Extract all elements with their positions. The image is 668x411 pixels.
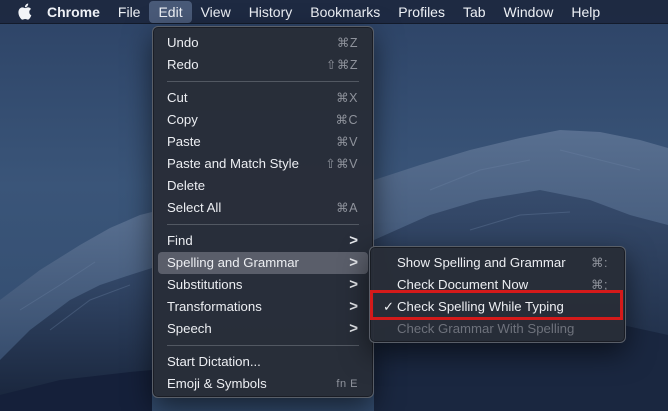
menu-item-redo[interactable]: Redo ⇧⌘Z (158, 54, 368, 76)
menu-item-cut[interactable]: Cut ⌘X (158, 87, 368, 109)
menu-item-label: Check Grammar With Spelling (397, 321, 575, 336)
menu-item-label: Select All (167, 200, 222, 215)
shortcut: ⌘; (591, 278, 608, 292)
menu-item-label: Check Spelling While Typing (397, 299, 564, 314)
menu-item-delete[interactable]: Delete (158, 175, 368, 197)
menu-item-label: Cut (167, 90, 188, 105)
checkmark-icon: ✓ (383, 299, 395, 314)
menu-file[interactable]: File (109, 1, 150, 23)
shortcut: ⌘C (335, 113, 358, 127)
shortcut: ⌘: (591, 256, 608, 270)
shortcut: ⌘X (336, 91, 358, 105)
menu-item-label: Speech (167, 321, 212, 336)
menu-window[interactable]: Window (495, 1, 563, 23)
menu-view[interactable]: View (192, 1, 240, 23)
menu-help[interactable]: Help (562, 1, 609, 23)
menu-item-label: Copy (167, 112, 198, 127)
submenu-arrow-icon: > (349, 232, 358, 249)
menu-item-label: Paste (167, 134, 201, 149)
menu-bookmarks[interactable]: Bookmarks (301, 1, 389, 23)
menu-item-copy[interactable]: Copy ⌘C (158, 109, 368, 131)
menu-item-label: Start Dictation... (167, 354, 261, 369)
submenu-arrow-icon: > (349, 320, 358, 337)
apple-menu[interactable] (6, 0, 42, 24)
menu-item-spelling-and-grammar[interactable]: Spelling and Grammar > (158, 252, 368, 274)
menu-item-label: Check Document Now (397, 277, 529, 292)
edit-menu: Undo ⌘Z Redo ⇧⌘Z Cut ⌘X Copy ⌘C Paste ⌘V… (152, 26, 374, 398)
menu-item-start-dictation[interactable]: Start Dictation... (158, 351, 368, 373)
submenu-arrow-icon: > (349, 276, 358, 293)
menu-separator (167, 345, 359, 346)
menu-item-check-document-now[interactable]: Check Document Now ⌘; (375, 274, 620, 296)
menu-item-emoji-symbols[interactable]: Emoji & Symbols fn E (158, 373, 368, 395)
menu-edit[interactable]: Edit (149, 0, 192, 23)
menu-item-check-spelling-while-typing[interactable]: ✓ Check Spelling While Typing (375, 296, 620, 318)
menu-item-paste[interactable]: Paste ⌘V (158, 131, 368, 153)
menu-item-transformations[interactable]: Transformations > (158, 296, 368, 318)
menu-tab[interactable]: Tab (454, 1, 495, 23)
menu-item-label: Undo (167, 35, 199, 50)
menu-separator (167, 81, 359, 82)
shortcut: ⇧⌘V (325, 157, 358, 171)
menu-item-select-all[interactable]: Select All ⌘A (158, 197, 368, 219)
menu-item-label: Transformations (167, 299, 262, 314)
apple-icon (17, 3, 31, 20)
menu-item-label: Show Spelling and Grammar (397, 255, 566, 270)
menu-chrome[interactable]: Chrome (42, 1, 109, 23)
submenu-arrow-icon: > (349, 254, 358, 271)
menu-item-label: Emoji & Symbols (167, 376, 267, 391)
menu-item-speech[interactable]: Speech > (158, 318, 368, 340)
menu-item-check-grammar-with-spelling: Check Grammar With Spelling (375, 318, 620, 340)
menu-item-undo[interactable]: Undo ⌘Z (158, 32, 368, 54)
shortcut: ⌘A (336, 201, 358, 215)
menu-item-label: Paste and Match Style (167, 156, 299, 171)
menu-item-label: Redo (167, 57, 199, 72)
shortcut: ⌘Z (336, 36, 358, 50)
menu-item-substitutions[interactable]: Substitutions > (158, 274, 368, 296)
menu-item-show-spelling-grammar[interactable]: Show Spelling and Grammar ⌘: (375, 252, 620, 274)
shortcut: fn E (336, 378, 358, 390)
menu-separator (167, 224, 359, 225)
menu-bar: Chrome File Edit View History Bookmarks … (0, 0, 668, 24)
menu-item-label: Delete (167, 178, 206, 193)
menu-profiles[interactable]: Profiles (389, 1, 454, 23)
submenu-arrow-icon: > (349, 298, 358, 315)
shortcut: ⌘V (336, 135, 358, 149)
menu-item-label: Find (167, 233, 193, 248)
menu-history[interactable]: History (240, 1, 302, 23)
menu-item-label: Spelling and Grammar (167, 255, 299, 270)
menu-item-paste-match-style[interactable]: Paste and Match Style ⇧⌘V (158, 153, 368, 175)
shortcut: ⇧⌘Z (325, 58, 358, 72)
menu-item-label: Substitutions (167, 277, 243, 292)
spelling-grammar-submenu: Show Spelling and Grammar ⌘: Check Docum… (369, 246, 626, 343)
menu-item-find[interactable]: Find > (158, 230, 368, 252)
